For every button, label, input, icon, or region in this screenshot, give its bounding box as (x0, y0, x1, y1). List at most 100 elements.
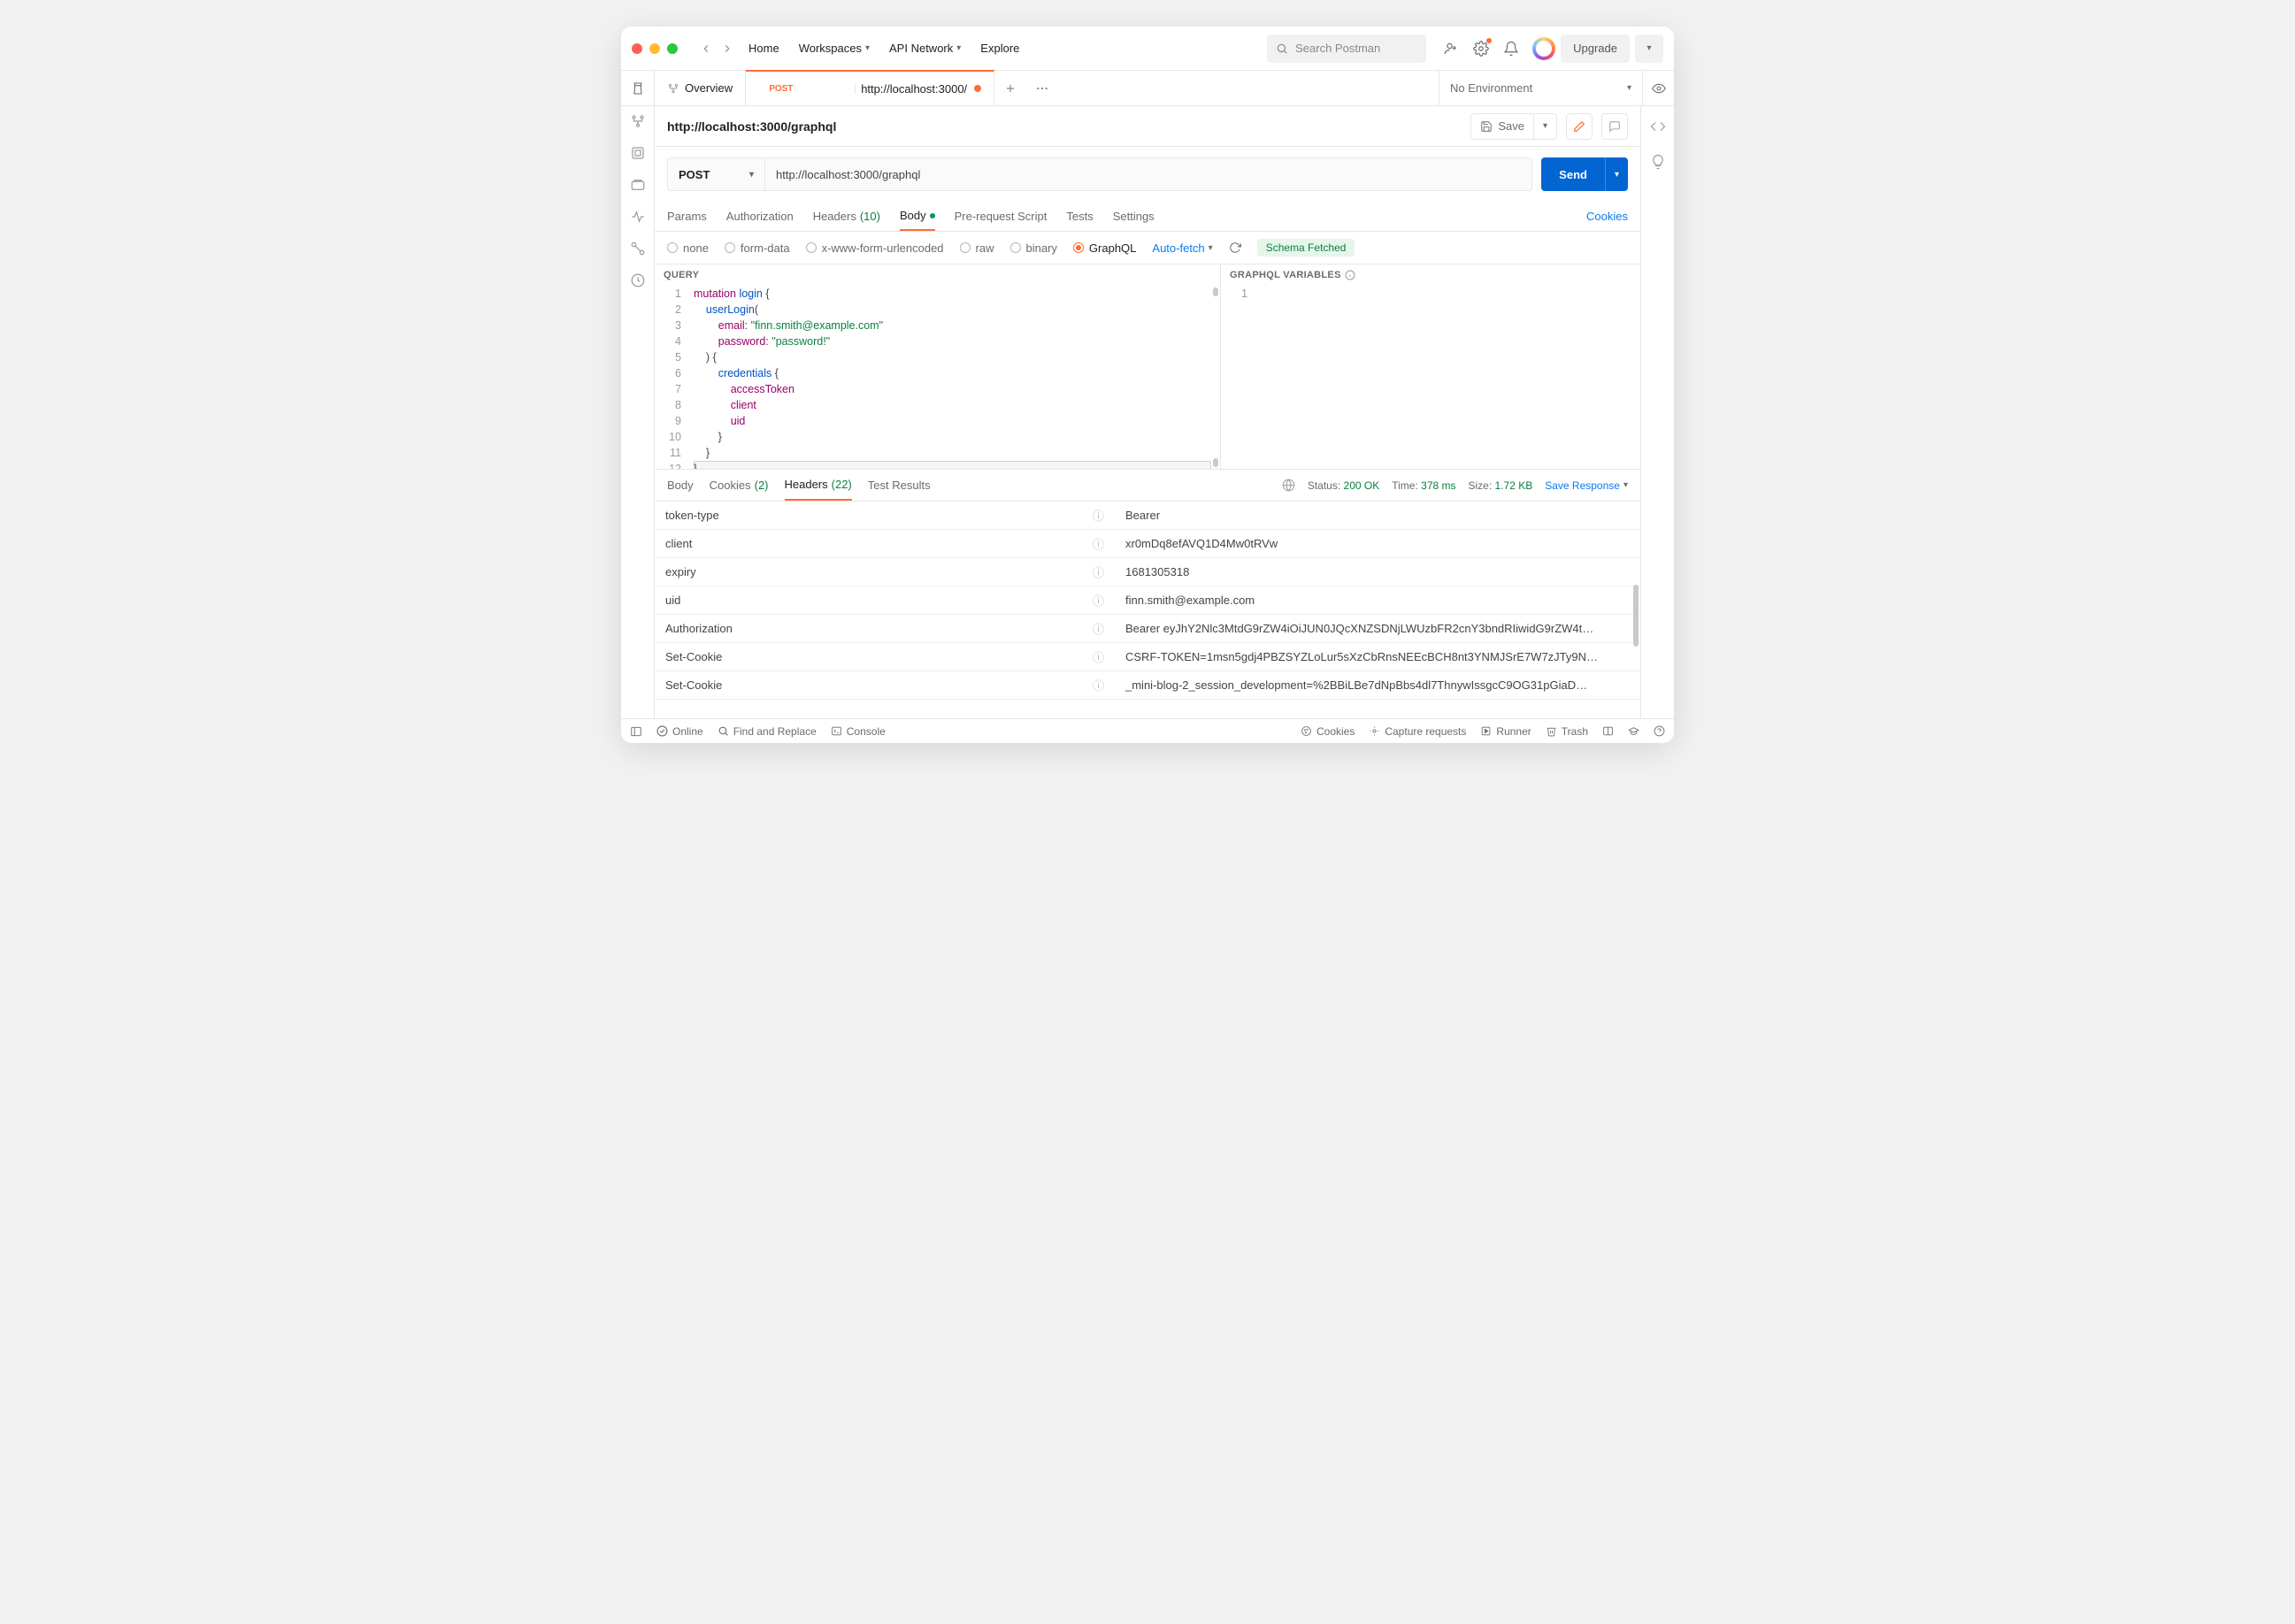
radio-label: binary (1026, 241, 1057, 255)
code-icon[interactable] (1650, 119, 1666, 134)
save-button[interactable]: Save (1471, 114, 1533, 139)
environment-label: No Environment (1450, 81, 1532, 95)
settings-icon[interactable] (1472, 40, 1490, 57)
trash-button[interactable]: Trash (1546, 725, 1588, 738)
header-row: token-typeⓘBearer (655, 502, 1640, 530)
nav-label: Workspaces (799, 42, 862, 55)
forward-button[interactable] (717, 38, 738, 59)
autofetch-toggle[interactable]: Auto-fetch▾ (1152, 241, 1212, 255)
tab-params[interactable]: Params (667, 202, 707, 231)
bodytype-binary[interactable]: binary (1010, 241, 1057, 255)
header-row: Set-Cookieⓘ_mini-blog-2_session_developm… (655, 671, 1640, 700)
count-badge: (10) (860, 210, 880, 223)
radio-label: none (683, 241, 709, 255)
unsaved-indicator (974, 85, 981, 92)
online-status[interactable]: Online (656, 725, 703, 738)
url-input[interactable] (765, 158, 1531, 190)
nav-home[interactable]: Home (748, 42, 779, 55)
environments-icon[interactable] (630, 177, 646, 193)
save-label: Save (1498, 119, 1524, 133)
cookies-button[interactable]: Cookies (1301, 725, 1355, 738)
collections-icon[interactable] (630, 113, 646, 129)
window-controls (632, 43, 678, 54)
upgrade-menu-button[interactable]: ▾ (1635, 34, 1663, 63)
search-placeholder: Search Postman (1295, 42, 1380, 55)
history-icon[interactable] (630, 272, 646, 288)
method-selector[interactable]: POST ▾ (668, 158, 765, 190)
comment-icon-button[interactable] (1601, 113, 1628, 140)
tab-request-active[interactable]: POST http://localhost:3000/ (746, 70, 994, 105)
console-button[interactable]: Console (831, 725, 886, 738)
resp-tab-testresults[interactable]: Test Results (868, 470, 931, 501)
tab-headers[interactable]: Headers (10) (813, 202, 880, 231)
bootcamp-button[interactable] (1628, 725, 1639, 737)
tips-icon[interactable] (1650, 154, 1666, 170)
nav-explore[interactable]: Explore (980, 42, 1019, 55)
tab-authorization[interactable]: Authorization (726, 202, 794, 231)
save-response-button[interactable]: Save Response▾ (1545, 479, 1628, 492)
bodytype-none[interactable]: none (667, 241, 709, 255)
header-row: clientⓘxr0mDq8efAVQ1D4Mw0tRVw (655, 530, 1640, 558)
request-title: http://localhost:3000/graphql (667, 119, 836, 134)
tab-settings[interactable]: Settings (1113, 202, 1155, 231)
runner-button[interactable]: Runner (1480, 725, 1531, 738)
send-button[interactable]: Send (1541, 157, 1605, 191)
invite-icon[interactable] (1442, 40, 1460, 57)
monitors-icon[interactable] (630, 209, 646, 225)
notifications-icon[interactable] (1502, 40, 1520, 57)
top-bar: Home Workspaces▾ API Network▾ Explore Se… (621, 27, 1674, 71)
minimize-window-button[interactable] (649, 43, 660, 54)
help-button[interactable] (1654, 725, 1665, 737)
two-pane-button[interactable] (1602, 725, 1614, 737)
zoom-window-button[interactable] (667, 43, 678, 54)
scrollbar[interactable] (1213, 287, 1218, 467)
bodytype-graphql[interactable]: GraphQL (1073, 241, 1136, 255)
bodytype-formdata[interactable]: form-data (725, 241, 790, 255)
new-tab-button[interactable] (994, 71, 1026, 105)
upgrade-button[interactable]: Upgrade (1561, 34, 1630, 63)
back-button[interactable] (695, 38, 717, 59)
count-badge: (2) (755, 479, 769, 492)
variables-editor[interactable]: 1 (1221, 286, 1640, 469)
tab-tests[interactable]: Tests (1066, 202, 1093, 231)
nav-workspaces[interactable]: Workspaces▾ (799, 42, 870, 55)
bodytype-raw[interactable]: raw (960, 241, 994, 255)
query-editor[interactable]: 123456789101112 mutation login { userLog… (655, 286, 1220, 469)
find-replace-button[interactable]: Find and Replace (718, 725, 817, 738)
left-rail (621, 106, 655, 718)
send-menu-button[interactable]: ▾ (1605, 157, 1628, 191)
save-icon (1480, 120, 1493, 133)
resp-tab-body[interactable]: Body (667, 470, 694, 501)
edit-icon-button[interactable] (1566, 113, 1593, 140)
scrollbar[interactable] (1633, 505, 1639, 715)
refresh-schema-button[interactable] (1229, 241, 1241, 254)
save-button-group: Save ▾ (1470, 113, 1557, 140)
flows-icon[interactable] (630, 241, 646, 257)
search-input[interactable]: Search Postman (1267, 34, 1426, 63)
variables-header: GRAPHQL VARIABLES (1221, 264, 1640, 286)
cookies-link[interactable]: Cookies (1586, 210, 1628, 223)
chevron-down-icon: ▾ (865, 43, 870, 53)
right-rail (1640, 106, 1674, 718)
resp-tab-cookies[interactable]: Cookies (2) (710, 470, 769, 501)
schema-status-pill: Schema Fetched (1257, 239, 1355, 257)
sidebar-toggle[interactable] (630, 725, 642, 738)
globe-icon[interactable] (1282, 479, 1295, 492)
tab-prerequest[interactable]: Pre-request Script (955, 202, 1048, 231)
environment-quicklook-button[interactable] (1642, 71, 1674, 105)
tab-options-button[interactable] (1026, 71, 1058, 105)
capture-button[interactable]: Capture requests (1369, 725, 1466, 738)
radio-label: raw (976, 241, 994, 255)
scratchpad-icon[interactable] (621, 71, 655, 105)
bodytype-xwww[interactable]: x-www-form-urlencoded (806, 241, 944, 255)
nav-api-network[interactable]: API Network▾ (889, 42, 961, 55)
resp-tab-headers[interactable]: Headers (22) (785, 470, 852, 501)
tab-body[interactable]: Body (900, 202, 935, 231)
tab-label: Headers (813, 210, 856, 223)
tab-overview[interactable]: Overview (655, 71, 746, 105)
environment-selector[interactable]: No Environment ▾ (1439, 71, 1642, 105)
avatar[interactable] (1532, 37, 1555, 60)
save-menu-button[interactable]: ▾ (1534, 114, 1556, 139)
apis-icon[interactable] (630, 145, 646, 161)
close-window-button[interactable] (632, 43, 642, 54)
